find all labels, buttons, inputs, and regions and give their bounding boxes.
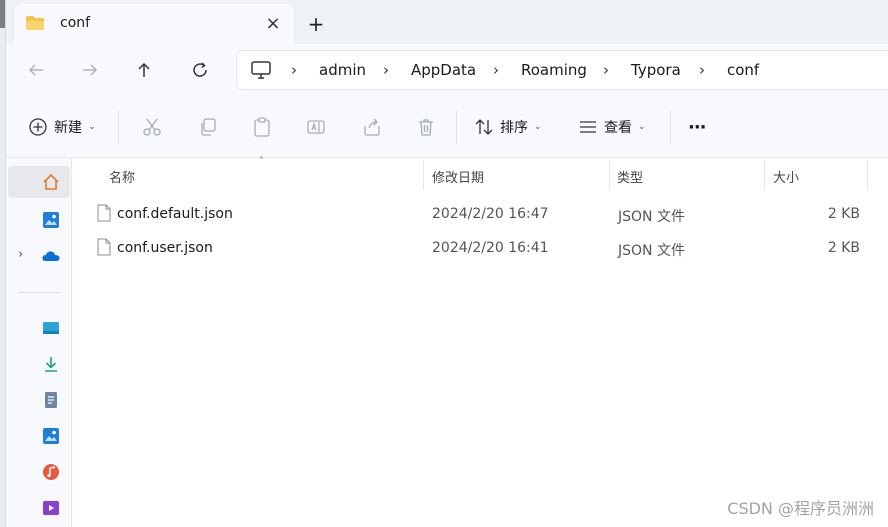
view-label: 查看 [604,120,632,136]
home-icon [43,173,59,190]
sidebar-item-desktop[interactable] [8,312,70,344]
chevron-right-icon: › [699,61,705,79]
download-icon [45,357,57,372]
file-list: ˄ 名称 修改日期 类型 大小 conf.default.json 2024/2… [73,156,888,527]
column-divider[interactable] [609,160,610,190]
column-type[interactable]: 类型 [617,167,643,186]
divider [456,110,457,144]
divider [18,292,60,293]
navigation-pane: › [6,158,72,527]
sidebar-item-music[interactable] [8,456,70,488]
column-modified[interactable]: 修改日期 [432,167,484,186]
cut-icon[interactable] [140,115,164,139]
breadcrumb-admin[interactable]: admin [319,61,366,79]
column-header-row: ˄ 名称 修改日期 类型 大小 [73,156,888,192]
sort-icon [475,119,493,135]
chevron-right-icon: › [383,61,389,79]
sidebar-item-videos[interactable] [8,492,70,524]
chevron-down-icon: ⌄ [638,122,646,132]
sort-button[interactable]: 排序 ⌄ [474,114,542,140]
sidebar-item-downloads[interactable] [8,348,70,380]
computer-icon [251,61,271,79]
arrow-right-icon [83,64,98,76]
tab-title: conf [60,15,91,31]
sidebar-item-documents[interactable] [8,384,70,416]
divider [118,110,119,144]
address-bar[interactable]: › admin › AppData › Roaming › Typora › c… [236,50,888,90]
file-modified: 2024/2/20 16:47 [432,206,549,222]
paste-icon[interactable] [250,115,274,139]
command-bar: 新建 ⌄ 排序 ⌄ 查看 ⌄ ··· [6,96,888,158]
title-bar: conf × + [6,0,888,44]
column-divider[interactable] [764,160,765,190]
breadcrumb-conf[interactable]: conf [727,61,759,79]
forward-button[interactable] [74,54,106,86]
sidebar-item-home[interactable] [8,166,70,198]
plus-circle-icon [29,118,47,136]
file-type: JSON 文件 [618,209,685,225]
file-name: conf.default.json [117,206,233,222]
chevron-down-icon: ⌄ [534,122,542,132]
watermark: CSDN @程序员洲洲 [727,499,874,518]
table-row[interactable]: conf.user.json 2024/2/20 16:41 JSON 文件 2… [73,232,888,264]
up-button[interactable] [128,54,160,86]
file-size: 2 KB [827,206,860,222]
refresh-icon [193,62,207,77]
folder-icon [26,16,44,30]
chevron-right-icon: › [291,61,297,79]
close-tab-icon[interactable]: × [260,10,286,36]
delete-icon[interactable] [414,115,438,139]
picture-icon [43,428,59,444]
copy-icon[interactable] [196,115,220,139]
file-type: JSON 文件 [618,243,685,259]
sidebar-item-gallery[interactable] [8,204,70,236]
file-modified: 2024/2/20 16:41 [432,240,549,256]
arrow-up-icon [138,62,150,77]
file-icon [97,204,111,222]
music-icon [43,464,59,480]
breadcrumb-roaming[interactable]: Roaming [521,61,587,79]
sidebar-item-pictures[interactable] [8,420,70,452]
cloud-icon [42,251,60,261]
chevron-right-icon[interactable]: › [18,247,23,262]
table-row[interactable]: conf.default.json 2024/2/20 16:47 JSON 文… [73,198,888,230]
view-list-icon [580,121,596,133]
desktop-icon [43,322,59,334]
column-divider[interactable] [423,160,424,190]
file-size: 2 KB [827,240,860,256]
refresh-button[interactable] [184,54,216,86]
chevron-down-icon: ⌄ [88,122,96,132]
sort-up-icon: ˄ [259,156,264,167]
divider [670,110,671,144]
video-icon [43,501,59,515]
column-size[interactable]: 大小 [773,167,799,186]
column-divider[interactable] [867,160,868,190]
file-name: conf.user.json [117,240,213,256]
column-name[interactable]: 名称 [109,167,135,186]
file-icon [97,238,111,256]
document-icon [45,392,57,408]
new-label: 新建 [54,120,82,136]
sidebar-item-onedrive[interactable]: › [8,240,70,272]
rename-icon[interactable] [304,115,328,139]
chevron-right-icon: › [493,61,499,79]
share-icon[interactable] [360,115,384,139]
tab-conf[interactable]: conf × [14,4,294,44]
sort-label: 排序 [500,120,528,136]
breadcrumb-appdata[interactable]: AppData [411,61,476,79]
breadcrumb-typora[interactable]: Typora [631,61,681,79]
view-button[interactable]: 查看 ⌄ [578,114,646,140]
back-button[interactable] [20,54,52,86]
new-button[interactable]: 新建 ⌄ [28,114,96,140]
more-options-button[interactable]: ··· [688,114,706,140]
new-tab-button[interactable]: + [302,10,330,38]
navigation-bar: › admin › AppData › Roaming › Typora › c… [6,44,888,96]
chevron-right-icon: › [603,61,609,79]
gallery-icon [43,212,59,228]
arrow-left-icon [28,64,43,76]
